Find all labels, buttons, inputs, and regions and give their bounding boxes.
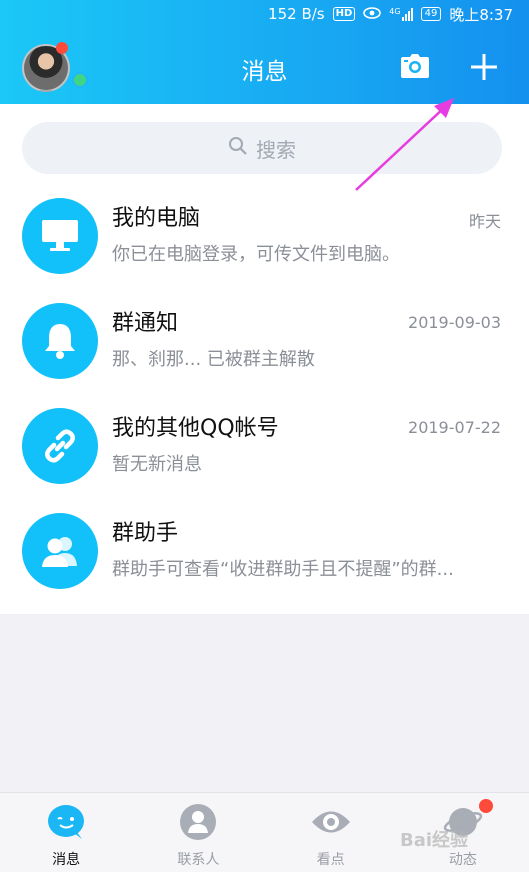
- conversation-preview: 那、刹那... 已被群主解散: [112, 349, 315, 370]
- signal-icon: 4G: [389, 7, 413, 21]
- group-icon: [22, 513, 98, 589]
- search-bar[interactable]: 搜索: [22, 122, 502, 174]
- monitor-icon: [22, 198, 98, 274]
- tab-label: 消息: [52, 852, 81, 868]
- conversation-time: 昨天: [468, 212, 501, 231]
- search-icon: [228, 136, 248, 161]
- header-bar: 152 B/s HD 4G 49 晚上8:37 消息: [0, 0, 529, 104]
- page-title: 消息: [241, 59, 288, 85]
- conversation-title: 我的电脑: [112, 206, 201, 231]
- list-item[interactable]: 群助手 群助手可查看“收进群助手且不提醒”的群...: [0, 497, 529, 601]
- tab-label: 联系人: [177, 852, 220, 868]
- list-item[interactable]: 群通知 那、刹那... 已被群主解散 2019-09-03: [0, 287, 529, 391]
- conversation-time: 2019-09-03: [408, 313, 501, 332]
- tab-label: 动态: [448, 852, 477, 868]
- conversation-preview: 暂无新消息: [112, 454, 202, 475]
- network-type: 4G: [389, 7, 401, 16]
- conversation-title: 我的其他QQ帐号: [112, 416, 279, 441]
- chat-bubble-icon: [46, 803, 86, 845]
- conversation-preview: 群助手可查看“收进群助手且不提醒”的群...: [112, 559, 454, 580]
- camera-icon[interactable]: [401, 54, 429, 78]
- conversation-title: 群助手: [112, 521, 179, 546]
- search-placeholder: 搜索: [256, 137, 296, 162]
- bell-icon: [22, 303, 98, 379]
- notification-dot: [479, 799, 493, 813]
- eye-icon: [310, 803, 352, 845]
- eye-icon: [363, 5, 382, 23]
- tab-label: 看点: [316, 852, 345, 868]
- tab-discover[interactable]: 看点: [265, 793, 397, 872]
- conversation-title: 群通知: [112, 311, 179, 336]
- tab-contacts[interactable]: 联系人: [132, 793, 264, 872]
- conversation-time: 2019-07-22: [408, 418, 501, 437]
- tab-messages[interactable]: 消息: [0, 793, 132, 872]
- list-item[interactable]: 我的电脑 你已在电脑登录，可传文件到电脑。 昨天: [0, 182, 529, 286]
- battery-level: 49: [420, 7, 442, 21]
- link-icon: [22, 408, 98, 484]
- network-speed: 152 B/s: [268, 5, 325, 23]
- status-bar: 152 B/s HD 4G 49 晚上8:37: [0, 0, 529, 28]
- watermark: Bai经验: [400, 830, 469, 851]
- plus-icon[interactable]: [469, 52, 499, 82]
- hd-badge: HD: [332, 7, 356, 21]
- clock: 晚上8:37: [449, 5, 513, 24]
- list-item[interactable]: 我的其他QQ帐号 暂无新消息 2019-07-22: [0, 392, 529, 496]
- conversation-preview: 你已在电脑登录，可传文件到电脑。: [112, 244, 400, 265]
- contact-icon: [179, 803, 217, 845]
